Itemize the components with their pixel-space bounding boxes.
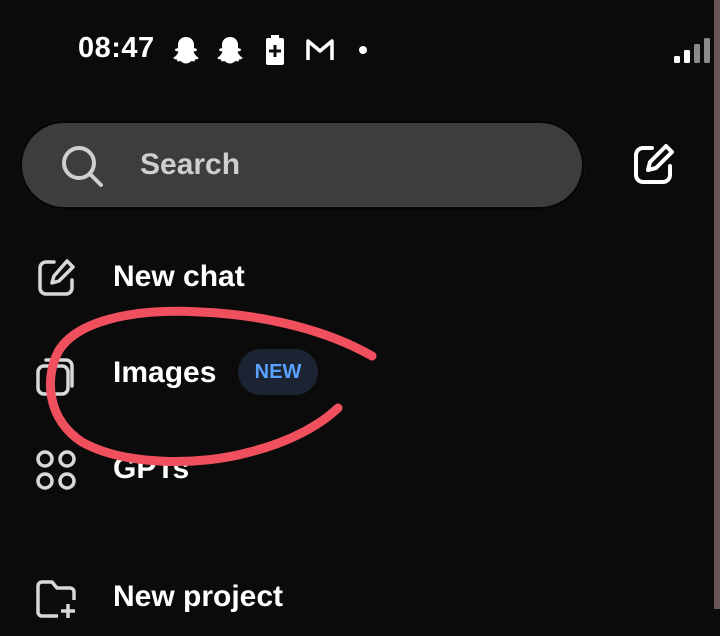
snapchat-icon	[217, 37, 243, 64]
menu-item-label: New chat	[113, 260, 245, 293]
menu-item-gpts[interactable]: GPTs	[0, 428, 714, 508]
status-bar: 08:47	[0, 0, 714, 100]
status-time: 08:47	[78, 32, 155, 64]
search-placeholder: Search	[140, 148, 241, 181]
gmail-icon	[306, 39, 334, 60]
edit-icon	[38, 259, 75, 296]
signal-icon	[674, 38, 710, 63]
grid-icon	[36, 450, 76, 490]
window-edge	[714, 0, 720, 609]
menu-item-new-project[interactable]: New project	[0, 556, 714, 636]
compose-icon[interactable]	[628, 140, 678, 190]
notification-dot-icon	[359, 46, 367, 54]
images-icon	[36, 358, 74, 396]
search-input[interactable]: Search	[19, 120, 585, 210]
folder-add-icon	[36, 580, 76, 618]
menu-item-label: GPTs	[113, 452, 190, 485]
battery-saver-icon	[266, 35, 284, 65]
menu-item-label: Images	[113, 356, 217, 389]
search-icon	[62, 146, 103, 187]
menu-item-new-chat[interactable]: New chat	[0, 236, 714, 316]
menu-item-images[interactable]: Images	[0, 332, 714, 412]
snapchat-icon	[173, 37, 199, 64]
new-badge: NEW	[238, 349, 318, 395]
